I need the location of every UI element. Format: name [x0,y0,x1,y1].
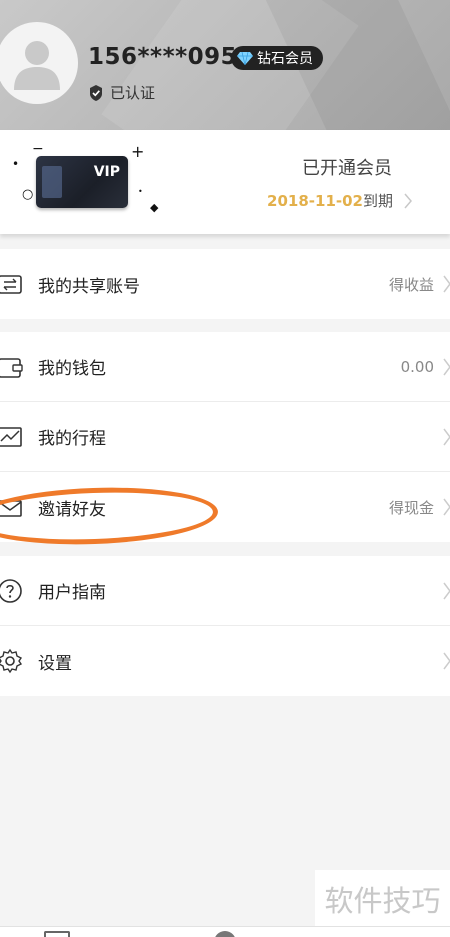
sparkle-decoration: − [32,141,44,157]
tab-scan-icon[interactable] [44,931,70,937]
chevron-right-icon [443,652,450,670]
chevron-right-icon [443,498,450,516]
profile-header: 156****0956 钻石会员 已认证 [0,0,450,130]
menu-section-help: 用户指南 设置 [0,556,450,696]
chevron-right-icon [443,428,450,446]
menu-item-label: 邀请好友 [38,499,106,520]
profile-page: 156****0956 钻石会员 已认证 • − + ○ • ◆ VIP 已开通 [0,0,450,937]
vip-expiry[interactable]: 2018-11-02 到期 [267,190,413,211]
help-circle-icon [0,579,22,603]
vip-card-stripe [42,166,62,198]
vip-card-text: VIP [93,164,120,180]
sparkle-decoration: ◆ [150,201,159,214]
vip-membership-card[interactable]: • − + ○ • ◆ VIP [0,130,450,234]
menu-item-label: 设置 [38,653,72,674]
sparkle-decoration: + [131,142,145,161]
menu-item-value: 得收益 [388,275,434,294]
avatar[interactable] [0,22,78,104]
menu-item-value: 0.00 [400,357,434,376]
gear-icon [0,648,23,674]
menu-item-label: 我的钱包 [38,359,106,379]
chevron-right-icon [443,358,450,376]
chevron-right-icon [404,193,412,208]
vip-card-icon: VIP [36,156,128,208]
vip-expiry-suffix: 到期 [362,192,393,210]
sparkle-decoration: ○ [22,187,34,202]
diamond-icon [237,51,253,65]
vip-expiry-date: 2018-11-02 [267,191,363,210]
wallet-icon [0,358,23,378]
menu-section-share: 我的共享账号 得收益 [0,249,450,319]
membership-badge-label: 钻石会员 [257,51,313,67]
membership-badge[interactable]: 钻石会员 [231,46,323,70]
chevron-right-icon [443,275,450,293]
menu-item-share-account[interactable]: 我的共享账号 得收益 [0,249,450,319]
menu-item-label: 用户指南 [38,583,106,603]
menu-item-value: 得现金 [388,498,434,517]
menu-item-trips[interactable]: 我的行程 [0,402,450,472]
verified-label: 已认证 [110,84,156,102]
menu-item-settings[interactable]: 设置 [0,626,450,696]
tab-profile-icon[interactable] [214,931,236,937]
menu-item-label: 我的行程 [38,429,106,449]
watermark: 软件技巧 [315,870,450,928]
phone-number: 156****0956 [88,44,254,70]
user-silhouette-icon [14,41,60,90]
menu-item-label: 我的共享账号 [38,276,140,297]
vip-status-title: 已开通会员 [302,158,392,179]
envelope-icon [0,500,22,517]
verified-check-icon [90,84,102,101]
sparkle-decoration: • [138,187,143,196]
bottom-tab-bar [0,926,450,937]
menu-section-wallet: 我的钱包 0.00 我的行程 邀请好友 得现金 [0,332,450,542]
trip-chart-icon [0,427,22,447]
menu-item-invite-friends[interactable]: 邀请好友 得现金 [0,472,450,542]
menu-item-user-guide[interactable]: 用户指南 [0,556,450,626]
chevron-right-icon [443,582,450,600]
sparkle-decoration: • [12,157,20,171]
verified-status: 已认证 [88,82,155,103]
menu-item-wallet[interactable]: 我的钱包 0.00 [0,332,450,402]
share-account-icon [0,275,22,294]
